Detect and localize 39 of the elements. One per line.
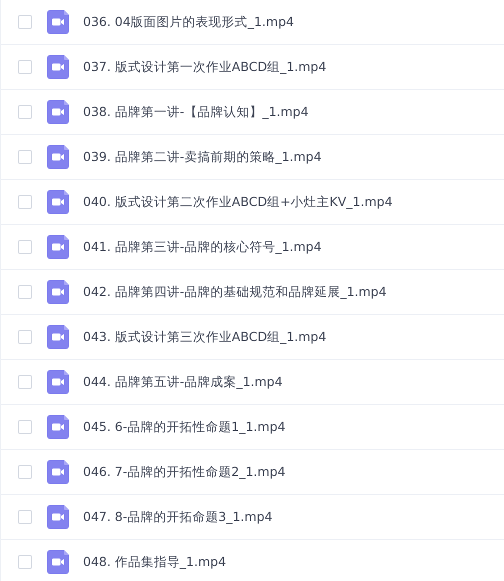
video-file-icon bbox=[47, 505, 69, 529]
video-file-icon bbox=[47, 325, 69, 349]
video-file-icon bbox=[47, 415, 69, 439]
checkbox[interactable] bbox=[18, 240, 32, 254]
checkbox[interactable] bbox=[18, 465, 32, 479]
file-name[interactable]: 038. 品牌第一讲-【品牌认知】_1.mp4 bbox=[83, 104, 309, 120]
file-name[interactable]: 047. 8-品牌的开拓命题3_1.mp4 bbox=[83, 508, 272, 526]
file-name[interactable]: 037. 版式设计第一次作业ABCD组_1.mp4 bbox=[83, 58, 326, 76]
checkbox[interactable] bbox=[18, 420, 32, 434]
file-name[interactable]: 048. 作品集指导_1.mp4 bbox=[83, 554, 226, 570]
video-file-icon bbox=[47, 550, 69, 574]
file-name[interactable]: 040. 版式设计第二次作业ABCD组+小灶主KV_1.mp4 bbox=[83, 194, 393, 210]
file-name[interactable]: 036. 04版面图片的表现形式_1.mp4 bbox=[83, 14, 294, 30]
checkbox[interactable] bbox=[18, 510, 32, 524]
video-file-icon bbox=[47, 10, 69, 34]
checkbox[interactable] bbox=[18, 330, 32, 344]
file-name[interactable]: 043. 版式设计第三次作业ABCD组_1.mp4 bbox=[83, 328, 326, 346]
file-name[interactable]: 042. 品牌第四讲-品牌的基础规范和品牌延展_1.mp4 bbox=[83, 284, 387, 300]
video-file-icon bbox=[47, 235, 69, 259]
file-name[interactable]: 039. 品牌第二讲-卖搞前期的策略_1.mp4 bbox=[83, 148, 322, 166]
checkbox[interactable] bbox=[18, 375, 32, 389]
checkbox[interactable] bbox=[18, 555, 32, 569]
video-file-icon bbox=[47, 460, 69, 484]
video-file-icon bbox=[47, 280, 69, 304]
file-name[interactable]: 045. 6-品牌的开拓性命题1_1.mp4 bbox=[83, 418, 286, 436]
checkbox[interactable] bbox=[18, 105, 32, 119]
file-name[interactable]: 044. 品牌第五讲-品牌成案_1.mp4 bbox=[83, 374, 283, 390]
video-file-icon bbox=[47, 370, 69, 394]
checkbox[interactable] bbox=[18, 60, 32, 74]
file-name[interactable]: 046. 7-品牌的开拓性命题2_1.mp4 bbox=[83, 464, 286, 480]
video-file-icon bbox=[47, 100, 69, 124]
video-file-icon bbox=[47, 145, 69, 169]
video-file-icon bbox=[47, 190, 69, 214]
file-name[interactable]: 041. 品牌第三讲-品牌的核心符号_1.mp4 bbox=[83, 238, 322, 256]
checkbox[interactable] bbox=[18, 285, 32, 299]
checkbox[interactable] bbox=[18, 15, 32, 29]
checkbox[interactable] bbox=[18, 195, 32, 209]
video-file-icon bbox=[47, 55, 69, 79]
checkbox[interactable] bbox=[18, 150, 32, 164]
